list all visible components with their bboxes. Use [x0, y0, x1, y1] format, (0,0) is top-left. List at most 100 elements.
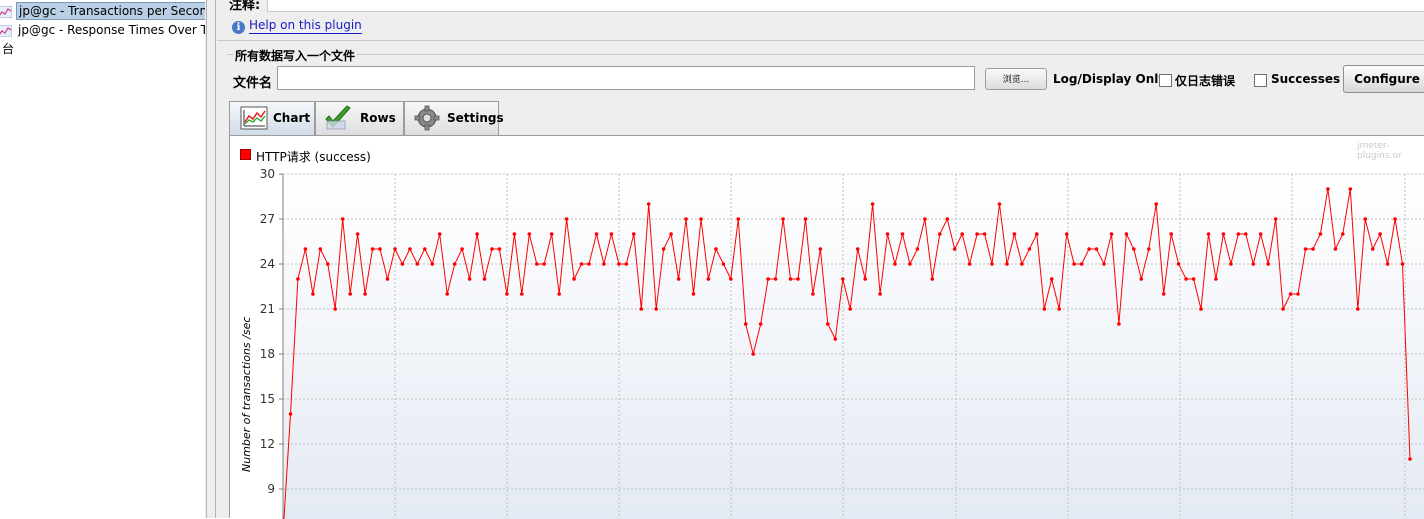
data-point	[885, 232, 890, 236]
successes-label: Successes	[1271, 72, 1341, 86]
errors-only-checkbox[interactable]	[1159, 74, 1172, 87]
data-point	[1363, 217, 1367, 221]
data-point	[415, 262, 420, 266]
data-point	[1385, 262, 1390, 266]
comment-field[interactable]	[267, 0, 1424, 12]
tab-settings-label: Settings	[447, 111, 504, 125]
data-point	[1244, 232, 1248, 236]
data-point	[721, 262, 726, 266]
data-point	[594, 232, 599, 236]
data-point	[1266, 262, 1270, 266]
data-point	[751, 352, 755, 356]
write-to-file-group: 所有数据写入一个文件 文件名 浏览... Log/Display Only: 仅…	[227, 47, 1424, 96]
data-point	[288, 412, 293, 416]
tab-rows[interactable]: Rows	[315, 101, 404, 135]
configure-button[interactable]: Configure	[1343, 65, 1424, 93]
data-point	[609, 232, 614, 236]
y-tick-label: 30	[260, 167, 275, 181]
data-point	[303, 247, 308, 251]
graph-icon	[0, 6, 12, 18]
data-point	[355, 232, 360, 236]
log-display-only-label: Log/Display Only:	[1053, 72, 1171, 86]
data-point	[788, 277, 793, 281]
data-point	[1094, 247, 1099, 251]
data-point	[512, 232, 517, 236]
listener-panel: 注释: i Help on this plugin 所有数据写入一个文件 文件名…	[217, 0, 1424, 519]
data-point	[1035, 232, 1039, 236]
chart-panel: 9 12 15 18 21 24 27 30 Number of transactions /…	[229, 135, 1424, 519]
data-point	[930, 277, 935, 281]
data-point	[1184, 277, 1188, 281]
data-point	[1027, 247, 1032, 251]
data-point	[773, 277, 778, 281]
data-point	[527, 232, 532, 236]
file-name-input[interactable]	[277, 66, 975, 90]
data-point	[1370, 247, 1375, 251]
data-point	[714, 247, 718, 251]
data-point	[296, 277, 300, 281]
data-point	[1348, 187, 1353, 191]
data-point	[684, 217, 688, 221]
data-point	[348, 292, 352, 296]
data-point	[1408, 457, 1412, 461]
data-point	[1393, 217, 1397, 221]
data-point	[1176, 262, 1181, 266]
data-point	[333, 307, 337, 311]
data-point	[1117, 322, 1121, 326]
data-point	[1229, 262, 1233, 266]
data-point	[378, 247, 382, 251]
help-link[interactable]: Help on this plugin	[249, 18, 362, 34]
y-axis-label: Number of transactions /sec	[240, 317, 253, 472]
data-point	[340, 217, 345, 221]
data-point	[363, 292, 367, 296]
data-point	[1072, 262, 1076, 266]
data-point	[967, 262, 972, 266]
data-point	[1214, 277, 1218, 281]
data-point	[1161, 292, 1166, 296]
data-point	[1102, 262, 1106, 266]
data-point	[982, 232, 987, 236]
data-point	[1147, 247, 1151, 251]
data-point	[863, 277, 867, 281]
legend-label: HTTP请求 (success)	[256, 150, 371, 164]
data-point	[1236, 232, 1241, 236]
data-point	[1124, 232, 1129, 236]
data-point	[699, 217, 703, 221]
tab-chart[interactable]: Chart	[229, 101, 315, 136]
data-point	[841, 277, 845, 281]
data-point	[1378, 232, 1382, 236]
data-point	[796, 277, 800, 281]
data-point	[467, 277, 472, 281]
y-tick-label: 24	[260, 257, 275, 271]
data-point	[393, 247, 397, 251]
data-point	[1087, 247, 1091, 251]
tab-settings[interactable]: Settings	[404, 101, 504, 135]
y-tick-label: 9	[267, 482, 275, 496]
data-point	[743, 322, 748, 326]
data-point	[1296, 292, 1300, 296]
data-point	[811, 292, 815, 296]
data-point	[549, 232, 554, 236]
data-point	[587, 262, 591, 266]
data-point	[1012, 232, 1017, 236]
data-point	[617, 262, 621, 266]
successes-checkbox[interactable]	[1254, 74, 1267, 87]
data-point	[1273, 217, 1278, 221]
tree-item-label: 台	[2, 42, 15, 56]
data-point	[437, 232, 442, 236]
data-point	[542, 262, 546, 266]
errors-only-label: 仅日志错误	[1175, 74, 1236, 88]
split-pane-divider[interactable]	[205, 0, 217, 518]
chart-icon	[240, 106, 268, 130]
data-point	[1341, 232, 1345, 236]
data-point	[1251, 262, 1256, 266]
browse-button[interactable]: 浏览...	[985, 68, 1047, 90]
data-point	[848, 307, 852, 311]
data-point	[900, 232, 905, 236]
watermark: jmeter-plugins.or	[1357, 141, 1402, 161]
gear-icon	[414, 105, 440, 131]
data-point	[803, 217, 808, 221]
data-point	[1326, 187, 1330, 191]
data-point	[818, 247, 823, 251]
data-point	[990, 262, 994, 266]
